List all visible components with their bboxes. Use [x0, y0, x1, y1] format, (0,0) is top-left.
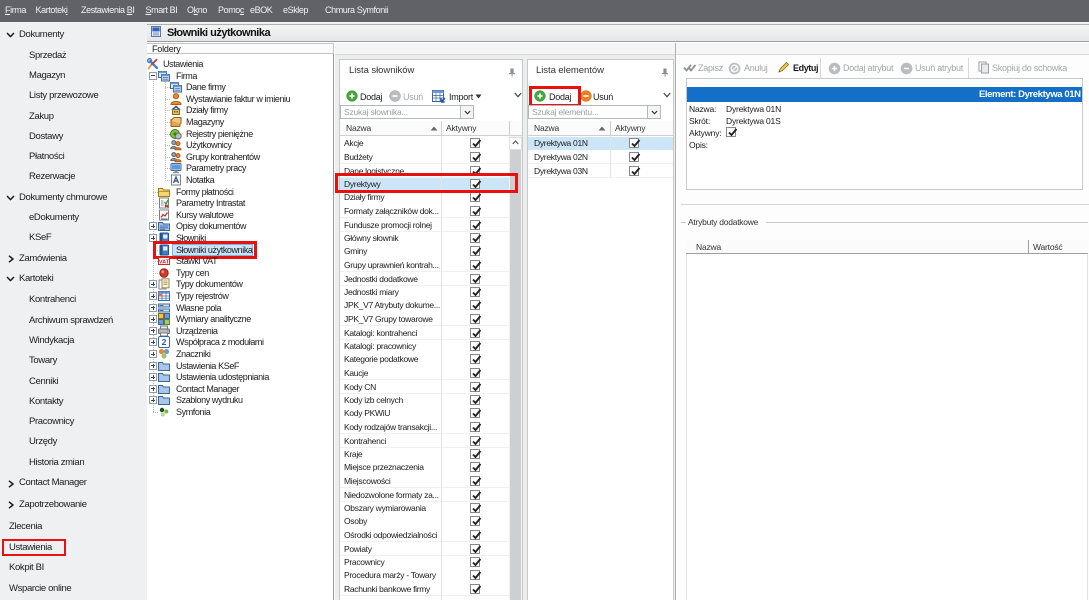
svg-text:2: 2 [162, 337, 167, 347]
svg-text:VAT: VAT [159, 259, 170, 265]
